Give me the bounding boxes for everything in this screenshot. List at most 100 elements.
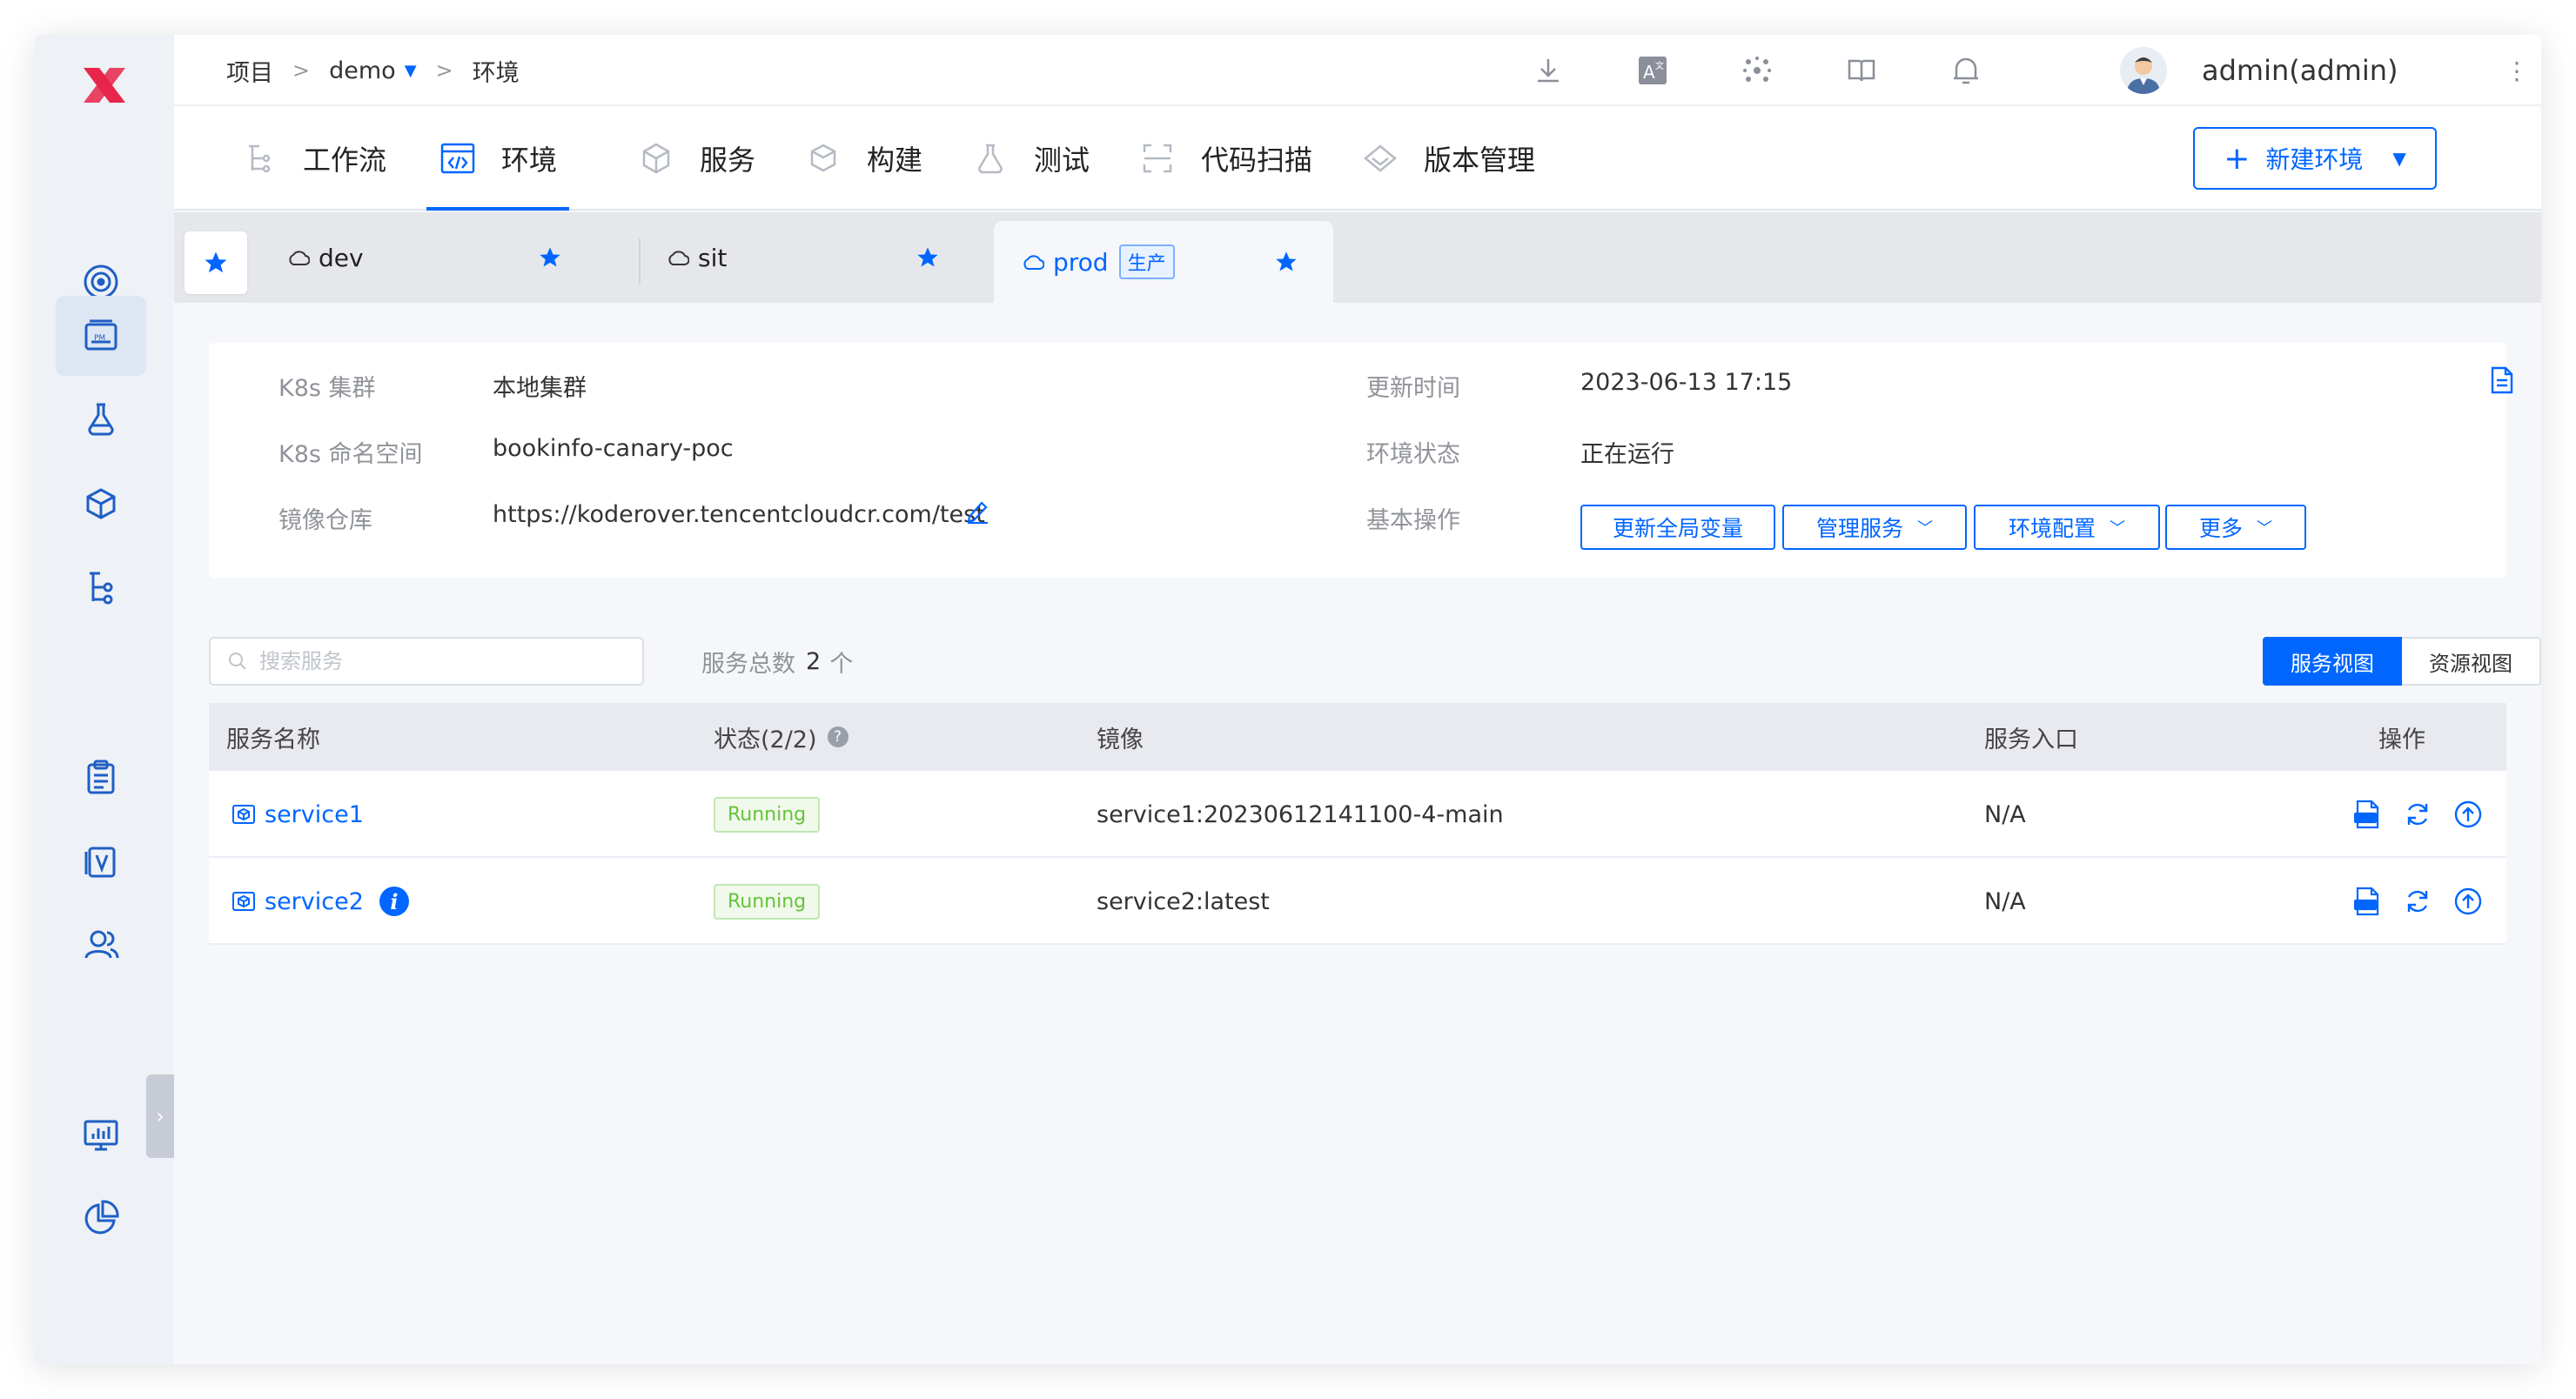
svg-text:文: 文 [1655,60,1664,71]
sidebar-item-plans[interactable] [56,738,146,818]
search-icon [229,653,246,670]
service-name-cell: service1 [231,771,364,858]
document-icon[interactable] [2489,365,2520,397]
sidebar-item-testing[interactable] [56,379,146,459]
cloud-icon [1022,253,1044,271]
service-view-button[interactable]: 服务视图 [2263,637,2402,686]
download-icon[interactable] [1530,52,1566,89]
yaml-file-icon[interactable] [2350,797,2385,832]
update-global-vars-button[interactable]: 更新全局变量 [1580,505,1775,550]
new-environment-label: 新建环境 [2265,145,2364,174]
version-icon [1361,139,1399,177]
cloud-icon [667,249,689,266]
refresh-icon[interactable] [2400,797,2435,832]
service-link[interactable]: service2 [231,888,364,915]
search-input[interactable] [259,649,607,673]
status-value: 正在运行 [1580,441,1674,468]
zadig-logo-icon[interactable] [77,57,132,113]
more-vertical-icon[interactable]: ⋮ [2499,52,2534,89]
package-icon [86,488,116,519]
info-icon[interactable]: i [379,887,409,916]
sidebar-item-workflows[interactable] [56,548,146,628]
header-name: 服务名称 [226,726,320,753]
environment-icon [439,139,477,177]
refresh-icon[interactable] [2400,884,2435,919]
sidebar-collapse-handle[interactable]: › [146,1074,174,1158]
entry-cell: N/A [1984,887,2026,915]
production-badge: 生产 [1118,244,1175,279]
button-label: 环境配置 [2008,517,2096,541]
language-icon[interactable]: A文 [1634,52,1671,89]
env-tab-label: prod [1053,247,1109,277]
top-bar: 项目 > demo ▼ > 环境 A文 admin(admin) ⋮ [174,35,2541,106]
username[interactable]: admin(admin) [2202,35,2398,106]
upgrade-icon[interactable] [2451,884,2485,919]
tab-workflow[interactable]: 工作流 [240,106,386,211]
sidebar-item-monitor[interactable] [56,1094,146,1175]
sidebar-item-projects[interactable]: PM [56,296,146,376]
resource-view-button[interactable]: 资源视图 [2402,637,2541,686]
service-name: service2 [265,887,364,915]
test-icon [971,139,1010,177]
new-environment-button[interactable]: + 新建环境 ▼ [2193,127,2437,190]
tab-environment[interactable]: 环境 [426,106,570,211]
status-cell: Running [714,858,821,945]
star-icon[interactable] [916,212,940,303]
breadcrumb-demo[interactable]: demo [329,57,396,84]
sidebar-item-insight[interactable] [56,1178,146,1258]
tab-test[interactable]: 测试 [971,106,1090,211]
status-label: 环境状态 [1366,441,1460,468]
help-icon[interactable]: ? [827,726,849,747]
namespace-label: K8s 命名空间 [278,441,423,468]
upgrade-icon[interactable] [2451,797,2485,832]
tab-code-scan[interactable]: 代码扫描 [1138,106,1312,211]
caret-down-icon[interactable]: ▼ [405,62,417,80]
breadcrumb-separator: > [435,58,453,83]
table-row: service1 Running service1:20230612141100… [209,771,2506,858]
tab-version[interactable]: 版本管理 [1361,106,1535,211]
manage-services-button[interactable]: 管理服务 ﹀ [1782,505,1967,550]
tab-label: 服务 [700,144,756,177]
edit-pencil-icon[interactable] [964,498,990,527]
build-icon [804,139,842,177]
project-nav: 工作流 环境 服务 构建 测试 代码扫描 版本管理 + 新建环境 ▼ [174,106,2541,211]
tab-label: 环境 [501,144,558,177]
env-config-button[interactable]: 环境配置 ﹀ [1974,505,2160,550]
cluster-value: 本地集群 [493,375,587,402]
yaml-file-icon[interactable] [2350,884,2385,919]
service-link[interactable]: service1 [231,801,364,828]
tab-label: 版本管理 [1424,144,1536,177]
plus-icon: + [2224,140,2251,177]
workflow-icon [240,139,278,177]
plugin-dots-icon[interactable] [1739,52,1775,89]
sidebar-item-artifacts[interactable] [56,465,146,545]
star-icon[interactable] [1274,221,1298,303]
flask-icon [88,403,114,436]
tab-build[interactable]: 构建 [804,106,922,211]
status-cell: Running [714,771,821,858]
image-cell: service2:latest [1097,887,1270,915]
service-cube-icon [231,889,256,914]
breadcrumb-separator: > [292,58,311,83]
count-label: 服务总数 [701,650,795,678]
environment-tabs: dev sit prod 生产 [174,212,2541,303]
cluster-label: K8s 集群 [278,375,376,402]
ops-label: 基本操作 [1366,507,1460,534]
docs-book-icon[interactable] [1843,52,1880,89]
env-tab-dev[interactable]: dev [287,212,635,303]
tab-service[interactable]: 服务 [637,106,755,211]
star-icon[interactable] [538,212,562,303]
bell-icon[interactable] [1948,52,1984,89]
avatar[interactable] [2120,47,2167,94]
registry-value: https://koderover.tencentcloudcr.com/tes… [493,501,985,528]
more-ops-button[interactable]: 更多 ﹀ [2165,505,2306,550]
tab-label: 构建 [867,144,923,177]
env-tab-sit[interactable]: sit [667,212,1015,303]
sidebar-item-users[interactable] [56,905,146,985]
count-unit: 个 [829,650,854,678]
env-tab-prod[interactable]: prod 生产 [994,221,1333,303]
favorite-filter-button[interactable] [184,231,247,294]
breadcrumb-project[interactable]: 项目 [226,54,273,88]
star-icon [205,251,227,273]
sidebar-item-versions[interactable] [56,821,146,901]
